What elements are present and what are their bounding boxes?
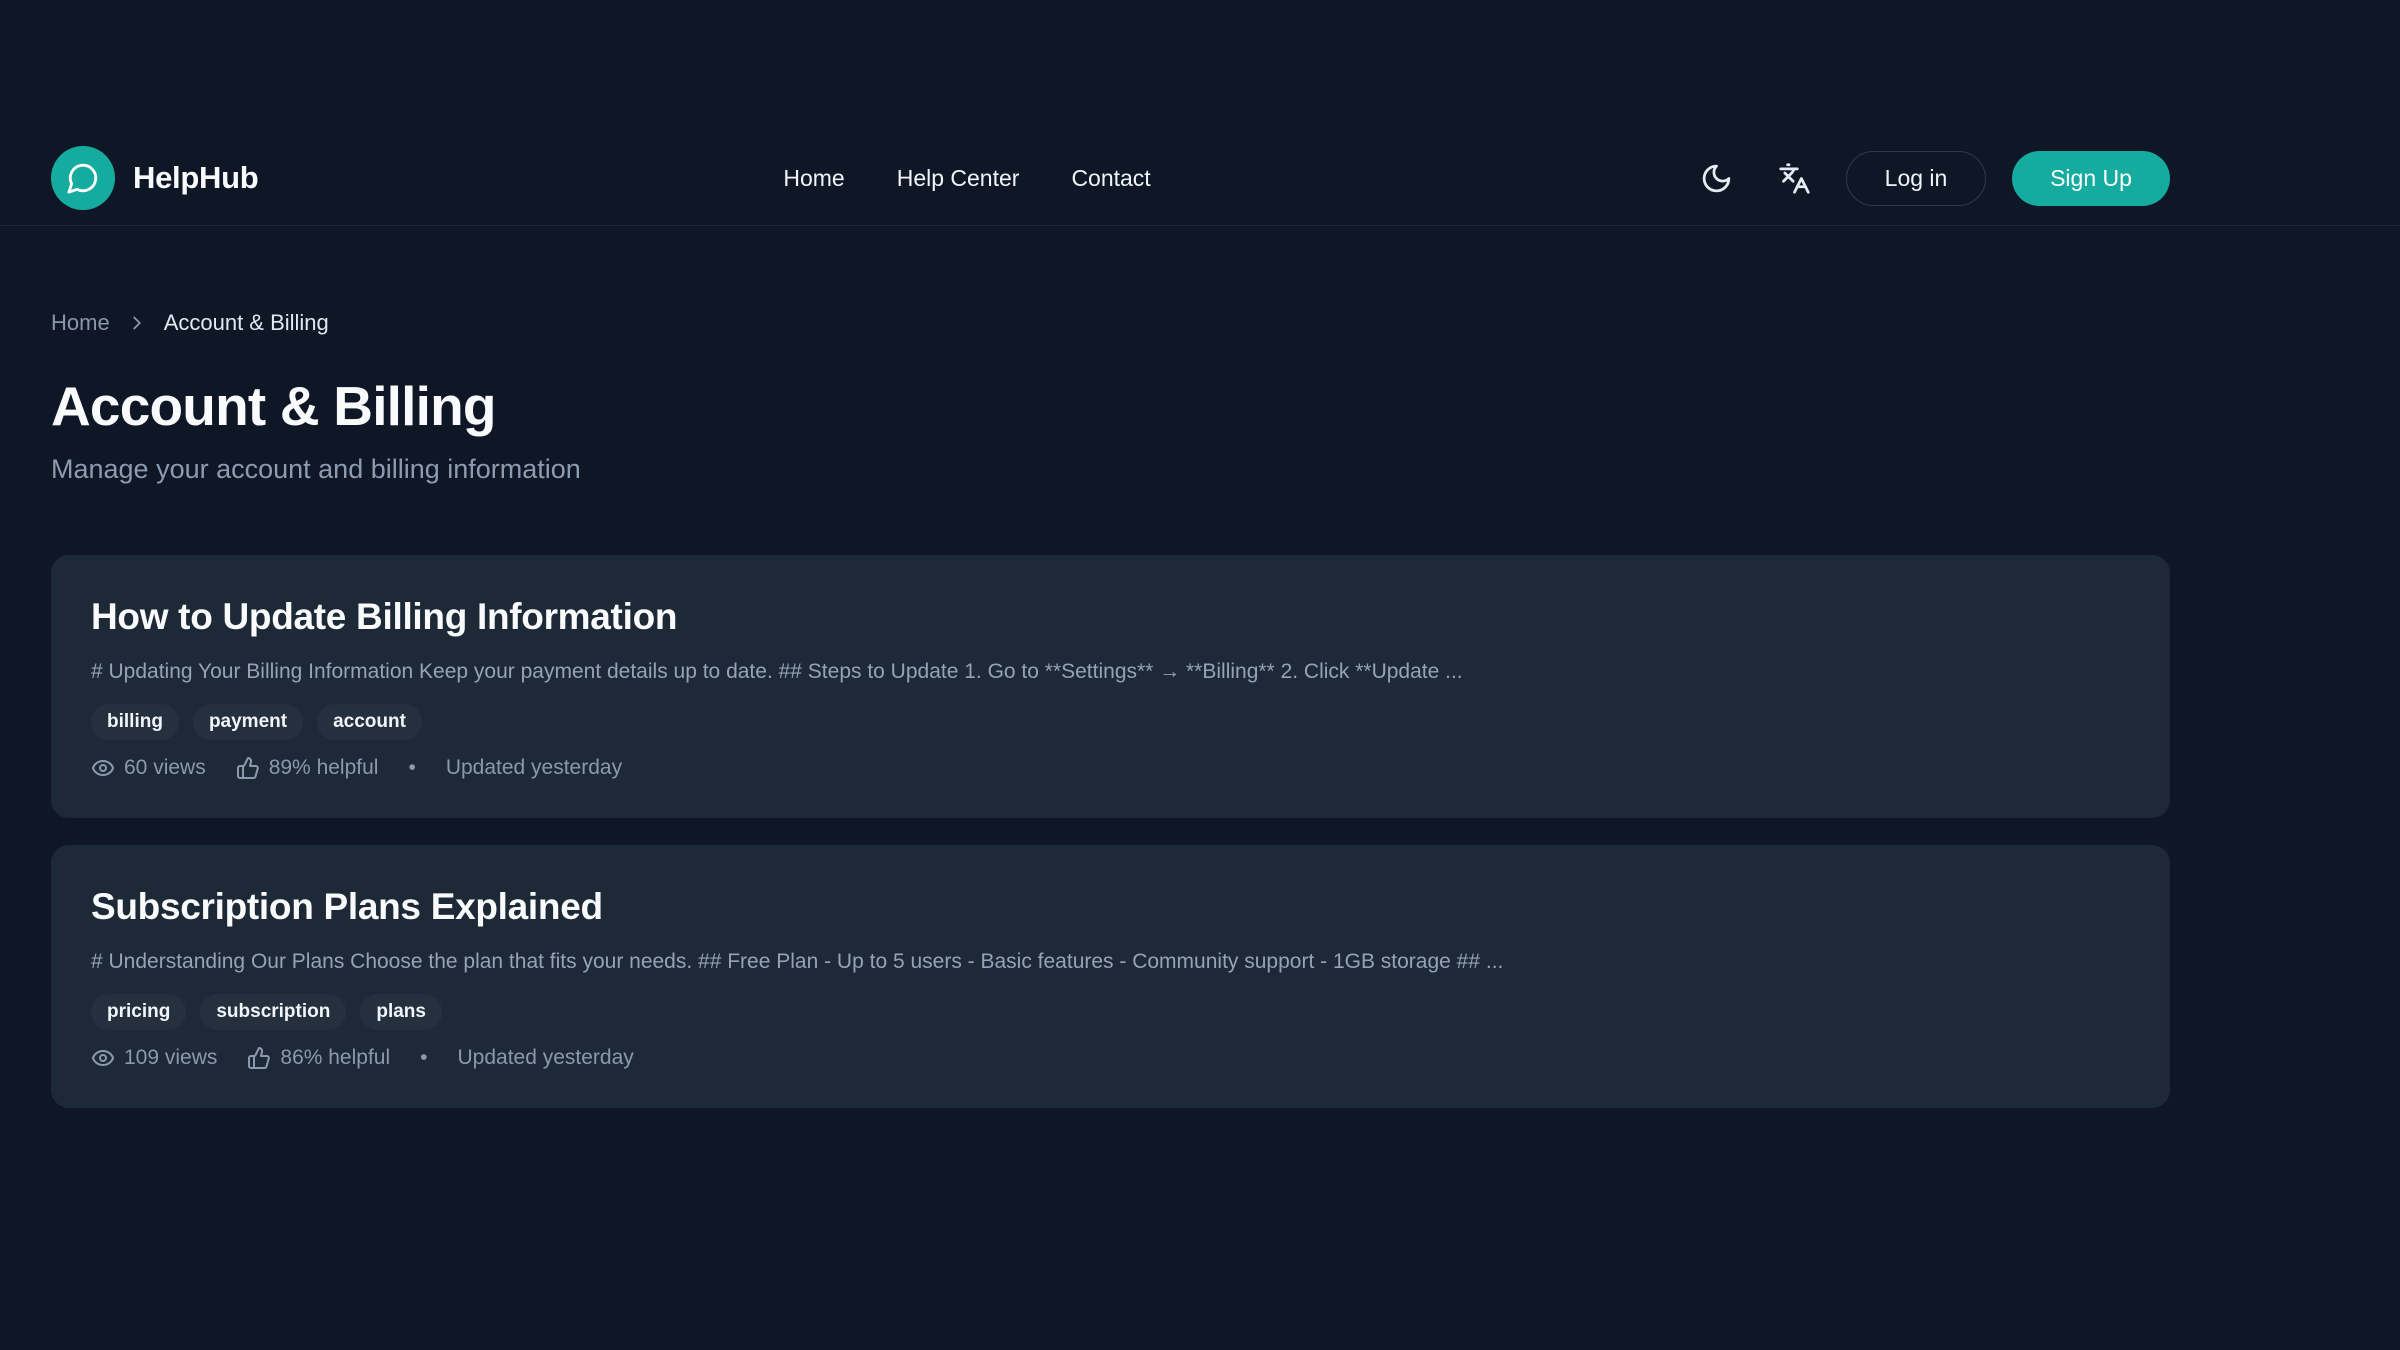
signup-button[interactable]: Sign Up [2012,151,2170,206]
tag-billing: billing [91,704,179,740]
login-button[interactable]: Log in [1846,151,1986,206]
eye-icon [91,756,115,780]
nav-item-contact[interactable]: Contact [1071,165,1150,192]
chevron-right-icon [126,312,148,334]
tag-plans: plans [360,994,442,1030]
languages-icon [1778,162,1811,195]
meta-separator: • [420,1046,427,1070]
article-excerpt: # Updating Your Billing Information Keep… [91,656,2130,688]
main-content: Home Account & Billing Account & Billing… [51,226,2170,1108]
tag-pricing: pricing [91,994,186,1030]
tag-account: account [317,704,422,740]
nav-item-home[interactable]: Home [783,165,844,192]
thumbs-up-icon [247,1046,271,1070]
helpful-stat: 86% helpful [247,1046,390,1070]
article-title: How to Update Billing Information [91,593,2130,641]
updated-text: Updated yesterday [446,756,622,780]
article-list: How to Update Billing Information # Upda… [51,555,2170,1108]
breadcrumb-home-link[interactable]: Home [51,310,110,336]
brand-logo[interactable]: HelpHub [51,146,258,210]
updated-text: Updated yesterday [458,1046,634,1070]
article-meta: 109 views 86% helpful • Updated yesterda… [91,1046,2130,1070]
message-circle-icon [51,146,115,210]
nav-item-help-center[interactable]: Help Center [897,165,1020,192]
helpful-stat: 89% helpful [236,756,379,780]
article-card-billing-information[interactable]: How to Update Billing Information # Upda… [51,555,2170,818]
page-title: Account & Billing [51,374,2170,438]
tag-subscription: subscription [200,994,346,1030]
tag-payment: payment [193,704,303,740]
theme-toggle-button[interactable] [1690,152,1742,204]
tag-row: pricing subscription plans [91,994,2130,1030]
thumbs-up-icon [236,756,260,780]
article-meta: 60 views 89% helpful • Updated yesterday [91,756,2130,780]
helpful-percent: 89% helpful [269,756,379,780]
moon-icon [1700,162,1733,195]
brand-name: HelpHub [133,160,258,196]
tag-row: billing payment account [91,704,2130,740]
article-card-subscription-plans[interactable]: Subscription Plans Explained # Understan… [51,845,2170,1108]
views-count: 60 views [124,756,206,780]
article-title: Subscription Plans Explained [91,883,2130,931]
page-subtitle: Manage your account and billing informat… [51,454,2170,485]
breadcrumb-current: Account & Billing [164,310,329,336]
meta-separator: • [408,756,415,780]
language-button[interactable] [1768,152,1820,204]
helpful-percent: 86% helpful [280,1046,390,1070]
views-count: 109 views [124,1046,217,1070]
main-nav: Home Help Center Contact [783,165,1150,192]
eye-icon [91,1046,115,1070]
breadcrumb: Home Account & Billing [51,310,2170,336]
site-header: HelpHub Home Help Center Contact Log in … [0,0,2400,226]
article-excerpt: # Understanding Our Plans Choose the pla… [91,946,2130,978]
views-stat: 109 views [91,1046,217,1070]
header-actions: Log in Sign Up [1690,151,2170,206]
views-stat: 60 views [91,756,206,780]
